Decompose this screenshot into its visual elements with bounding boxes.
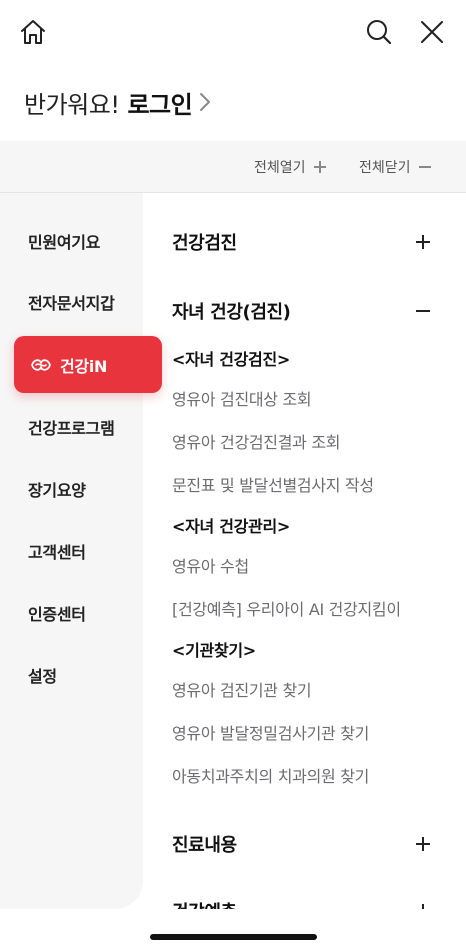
sidebar-item-health-program[interactable]: 건강프로그램 xyxy=(28,412,115,442)
greeting-text: 반가워요! xyxy=(24,90,120,119)
group-heading-child-care: <자녀 건강관리> xyxy=(172,517,291,536)
collapse-all-label: 전체닫기 xyxy=(359,160,411,176)
sidebar-item-civil-petition[interactable]: 민원여기요 xyxy=(28,226,100,256)
sidebar-item-label: 전자문서지갑 xyxy=(28,294,115,313)
login-label: 로그인 xyxy=(127,90,193,119)
sidebar-item-label: 건강iN xyxy=(60,356,108,376)
menu-link[interactable]: [건강예측] 우리아이 AI 건강지킴이 xyxy=(172,595,401,621)
chevron-right-icon xyxy=(198,91,212,113)
sidebar-item-long-term-care[interactable]: 장기요양 xyxy=(28,474,86,504)
section-title-health-prediction[interactable]: 건강예측 xyxy=(172,896,237,909)
menu-link[interactable]: 영유아 발달정밀검사기관 찾기 xyxy=(172,719,369,745)
plus-icon xyxy=(416,837,430,851)
sidebar-item-label: 장기요양 xyxy=(28,481,86,500)
menu-link[interactable]: 영유아 검진기관 찾기 xyxy=(172,676,312,702)
sidebar-item-label: 민원여기요 xyxy=(28,233,101,252)
sidebar-item-certificate-center[interactable]: 인증센터 xyxy=(28,598,86,628)
login-link[interactable]: 반가워요! 로그인 xyxy=(24,84,212,120)
expand-all-button[interactable]: 전체열기 xyxy=(254,155,328,179)
menu-link[interactable]: 영유아 건강검진결과 조회 xyxy=(172,428,341,454)
expand-all-label: 전체열기 xyxy=(254,160,306,176)
collapse-all-button[interactable]: 전체닫기 xyxy=(359,155,433,179)
sidebar-item-label: 인증센터 xyxy=(28,605,86,624)
plus-icon xyxy=(312,159,328,175)
menu-content: 건강검진 자녀 건강(검진) <자녀 건강검진> 영유아 검진대상 조회 영유아… xyxy=(143,193,466,909)
expand-button[interactable] xyxy=(409,830,437,858)
sidebar-item-settings[interactable]: 설정 xyxy=(28,660,57,690)
home-indicator xyxy=(150,934,317,940)
plus-icon xyxy=(416,235,430,249)
section-title-child-health[interactable]: 자녀 건강(검진) xyxy=(172,296,291,326)
close-button[interactable] xyxy=(414,14,450,50)
menu-link[interactable]: 아동치과주치의 치과의원 찾기 xyxy=(172,762,369,788)
minus-icon xyxy=(416,310,430,312)
close-icon xyxy=(421,21,443,43)
expand-collapse-bar: 전체열기 전체닫기 xyxy=(0,141,466,193)
section-title-health-checkup[interactable]: 건강검진 xyxy=(172,227,237,257)
menu-link[interactable]: 문진표 및 발달선별검사지 작성 xyxy=(172,471,374,497)
search-icon xyxy=(367,20,392,45)
expand-button[interactable] xyxy=(409,228,437,256)
sidebar-item-e-document-wallet[interactable]: 전자문서지갑 xyxy=(28,287,115,317)
top-bar xyxy=(0,0,466,64)
sidebar-item-label: 고객센터 xyxy=(28,543,86,562)
menu-link[interactable]: 영유아 수첩 xyxy=(172,552,249,578)
search-button[interactable] xyxy=(361,14,397,50)
minus-icon xyxy=(417,159,433,175)
sidebar-item-label: 설정 xyxy=(28,667,57,686)
home-button[interactable] xyxy=(15,14,51,50)
group-heading-find-institution: <기관찾기> xyxy=(172,641,256,660)
sidebar-item-health-in[interactable]: 건강iN xyxy=(14,336,162,393)
menu-link[interactable]: 영유아 검진대상 조회 xyxy=(172,385,312,411)
section-title-treatment[interactable]: 진료내용 xyxy=(172,829,237,859)
group-heading-child-checkup: <자녀 건강검진> xyxy=(172,350,291,369)
sidebar: 민원여기요 전자문서지갑 건강프로그램 장기요양 고객센터 인증센터 설정 xyxy=(0,193,143,909)
sidebar-item-customer-center[interactable]: 고객센터 xyxy=(28,536,86,566)
health-logo-icon xyxy=(30,357,52,373)
collapse-button[interactable] xyxy=(409,297,437,325)
plus-icon xyxy=(422,904,424,909)
expand-button[interactable] xyxy=(409,897,437,909)
sidebar-item-label: 건강프로그램 xyxy=(28,419,115,438)
home-icon xyxy=(21,20,45,44)
